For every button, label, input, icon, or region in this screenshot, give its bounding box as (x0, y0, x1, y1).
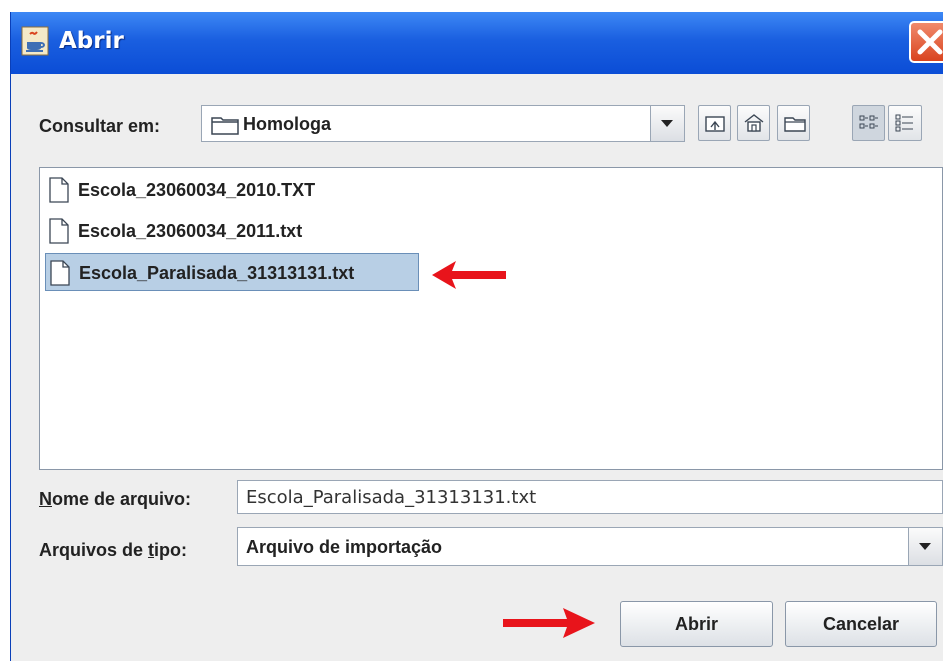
file-type-dropdown-button[interactable] (908, 528, 942, 565)
file-item[interactable]: Escola_23060034_2011.txt (45, 212, 385, 250)
file-type-value: Arquivo de importação (246, 537, 443, 557)
file-item[interactable]: Escola_23060034_2010.TXT (45, 171, 385, 209)
file-list[interactable]: Escola_23060034_2010.TXT Escola_23060034… (39, 167, 943, 470)
look-in-label: Consultar em: (39, 116, 161, 136)
up-folder-button[interactable] (698, 105, 731, 141)
close-button[interactable] (909, 21, 943, 63)
title-bar[interactable]: Abrir (11, 12, 943, 74)
file-name-label: Nome de arquivo: (39, 489, 192, 509)
home-button[interactable] (737, 105, 770, 141)
file-type-label: Arquivos de tipo: (39, 540, 188, 560)
file-name-value: Escola_Paralisada_31313131.txt (246, 487, 537, 508)
java-icon (21, 26, 49, 56)
close-icon (917, 29, 943, 55)
cancel-button[interactable]: Cancelar (785, 601, 937, 647)
file-type-combo[interactable]: Arquivo de importação (237, 527, 943, 566)
details-view-button[interactable] (888, 105, 922, 141)
annotation-arrow-right-icon (503, 608, 595, 638)
home-icon (744, 114, 764, 132)
file-name: Escola_23060034_2011.txt (78, 221, 303, 241)
new-folder-button[interactable] (777, 105, 810, 141)
open-dialog: Abrir Consultar em: Homologa Escola_2306… (10, 12, 943, 661)
file-icon (50, 260, 70, 286)
window-title: Abrir (59, 28, 124, 54)
up-folder-icon (705, 116, 725, 132)
details-view-icon (895, 114, 913, 132)
list-view-button[interactable] (852, 105, 885, 141)
chevron-down-icon (661, 120, 673, 127)
new-folder-icon (784, 117, 806, 132)
file-name: Escola_23060034_2010.TXT (78, 180, 316, 200)
file-icon (49, 218, 69, 244)
list-view-icon (859, 115, 878, 129)
annotation-arrow-left-icon (432, 261, 506, 289)
open-button[interactable]: Abrir (620, 601, 773, 647)
file-item-selected[interactable]: Escola_Paralisada_31313131.txt (45, 253, 419, 291)
file-name-input[interactable]: Escola_Paralisada_31313131.txt (237, 480, 943, 514)
look-in-value: Homologa (243, 114, 331, 134)
look-in-dropdown-button[interactable] (650, 106, 684, 141)
look-in-combo[interactable]: Homologa (201, 105, 685, 142)
chevron-down-icon (919, 543, 931, 550)
file-name: Escola_Paralisada_31313131.txt (79, 263, 355, 283)
file-icon (49, 177, 69, 203)
folder-icon (211, 117, 239, 135)
